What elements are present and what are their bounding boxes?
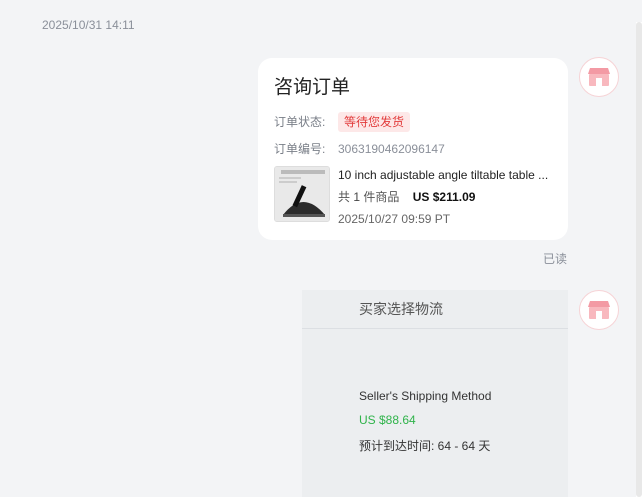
status-badge: 等待您发货	[338, 112, 411, 132]
product-quantity-line: 共 1 件商品 US $211.09	[338, 189, 552, 205]
shop-icon	[588, 301, 610, 319]
chat-scrollbar[interactable]	[636, 22, 642, 497]
message-timestamp: 2025/10/31 14:11	[42, 18, 135, 32]
shipping-eta: 预计到达时间: 64 - 64 天	[359, 439, 491, 453]
shipping-method-name: Seller's Shipping Method	[359, 389, 492, 403]
order-time: 2025/10/27 09:59 PT	[338, 212, 451, 226]
shipping-method-card: 买家选择物流 Seller's Shipping Method US $88.6…	[302, 290, 568, 497]
product-price: US $211.09	[412, 190, 476, 204]
order-number-row: 订单编号: 3063190462096147	[274, 140, 552, 158]
product-info: 10 inch adjustable angle tiltable table …	[338, 166, 552, 227]
order-card-title: 咨询订单	[274, 77, 351, 98]
product-thumbnail[interactable]	[274, 166, 330, 222]
order-status-row: 订单状态: 等待您发货	[274, 112, 552, 132]
read-status: 已读	[543, 252, 568, 266]
product-name[interactable]: 10 inch adjustable angle tiltable table …	[338, 167, 552, 183]
qty-prefix: 共	[338, 190, 351, 204]
product-image-icon	[275, 167, 329, 221]
shop-icon	[588, 68, 610, 86]
seller-avatar[interactable]	[579, 290, 619, 330]
shipping-card-title: 买家选择物流	[302, 290, 568, 329]
order-inquiry-card[interactable]: 咨询订单 订单状态: 等待您发货 订单编号: 3063190462096147 …	[258, 58, 568, 240]
qty-suffix: 件商品	[363, 190, 400, 204]
shipping-price: US $88.64	[359, 413, 416, 427]
seller-avatar[interactable]	[579, 57, 619, 97]
product-row[interactable]: 10 inch adjustable angle tiltable table …	[274, 166, 552, 227]
order-number-label: 订单编号:	[274, 142, 326, 156]
order-status-label: 订单状态:	[274, 115, 326, 129]
order-number-value: 3063190462096147	[338, 142, 445, 156]
qty-value: 1	[353, 190, 361, 204]
scrollbar-thumb[interactable]	[636, 22, 642, 497]
